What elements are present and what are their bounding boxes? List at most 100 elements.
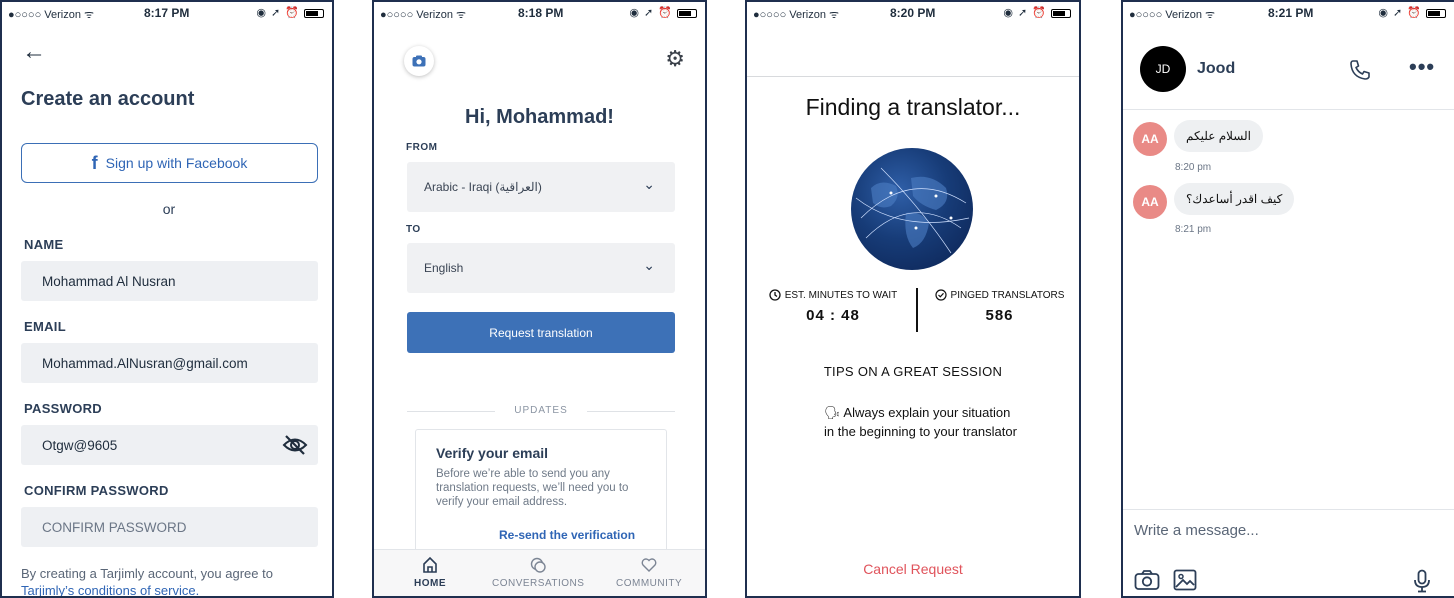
phone-call-icon[interactable] bbox=[1348, 58, 1372, 87]
message-time: 8:21 pm bbox=[1175, 224, 1212, 235]
home-screen: ●○○○○ Verizon ᯤ 8:18 PM ◉ ➚ ⏰ ⚙ Hi, Moha… bbox=[372, 0, 707, 598]
tip-body: Always explain your situation in the beg… bbox=[824, 405, 1017, 439]
status-icons: ◉ ➚ ⏰ bbox=[256, 6, 324, 19]
confirm-password-label: CONFIRM PASSWORD bbox=[24, 483, 169, 498]
camera-icon[interactable] bbox=[1134, 569, 1160, 596]
header-divider bbox=[747, 76, 1079, 77]
cancel-request-button[interactable]: Cancel Request bbox=[747, 561, 1079, 577]
wait-label-row: EST. MINUTES TO WAIT bbox=[759, 289, 907, 301]
wait-label: EST. MINUTES TO WAIT bbox=[784, 289, 898, 301]
status-icons-text: ◉ ➚ ⏰ bbox=[1378, 7, 1422, 19]
chat-screen: ●○○○○ Verizon ᯤ 8:21 PM ◉ ➚ ⏰ JD Jood ••… bbox=[1121, 0, 1454, 598]
updates-label: UPDATES bbox=[514, 405, 568, 416]
divider-line bbox=[587, 411, 675, 412]
bottom-tab-bar: HOME CONVERSATIONS COMMUNITY bbox=[374, 549, 705, 596]
message-input[interactable]: Write a message... bbox=[1134, 522, 1259, 539]
facebook-signup-label: Sign up with Facebook bbox=[105, 155, 248, 171]
password-value: Otgw@9605 bbox=[42, 437, 118, 453]
battery-icon bbox=[1051, 8, 1071, 18]
status-icons: ◉ ➚ ⏰ bbox=[629, 6, 697, 19]
pinged-label: PINGED TRANSLATORS bbox=[950, 289, 1065, 301]
conversations-icon bbox=[531, 557, 546, 573]
avatar[interactable]: JD bbox=[1140, 46, 1186, 92]
status-icons: ◉ ➚ ⏰ bbox=[1003, 6, 1071, 19]
password-field[interactable]: Otgw@9605 bbox=[21, 425, 318, 465]
tab-label: HOME bbox=[414, 578, 446, 589]
wait-value: 04 : 48 bbox=[806, 307, 860, 324]
tip-text: 🗣 Always explain your situation in the b… bbox=[824, 403, 1024, 441]
email-label: EMAIL bbox=[24, 319, 66, 334]
pinged-stat: PINGED TRANSLATORS 586 bbox=[927, 289, 1072, 324]
tab-community[interactable]: COMMUNITY bbox=[616, 556, 682, 589]
to-language-value: English bbox=[424, 261, 464, 275]
battery-icon bbox=[1426, 8, 1446, 18]
password-label: PASSWORD bbox=[24, 401, 102, 416]
message-bubble: كيف اقدر أساعدك؟ bbox=[1174, 183, 1295, 215]
status-bar: ●○○○○ Verizon ᯤ 8:18 PM ◉ ➚ ⏰ bbox=[374, 2, 705, 24]
status-bar: ●○○○○ Verizon ᯤ 8:17 PM ◉ ➚ ⏰ bbox=[2, 2, 332, 24]
check-circle-icon bbox=[934, 289, 947, 301]
globe-illustration bbox=[851, 148, 973, 270]
back-arrow-icon[interactable]: ← bbox=[22, 38, 46, 66]
message-bubble: السلام عليكم bbox=[1174, 120, 1263, 152]
clock: 8:21 PM bbox=[1268, 6, 1314, 20]
finding-heading: Finding a translator... bbox=[805, 94, 1021, 120]
name-label: NAME bbox=[24, 237, 64, 252]
heart-icon bbox=[641, 558, 657, 572]
header-divider bbox=[1123, 109, 1454, 110]
settings-gear-icon[interactable]: ⚙ bbox=[665, 46, 685, 72]
more-options-icon[interactable]: ••• bbox=[1409, 54, 1435, 80]
tab-label: CONVERSATIONS bbox=[492, 578, 585, 589]
updates-divider: UPDATES bbox=[407, 405, 675, 417]
signup-screen: ●○○○○ Verizon ᯤ 8:17 PM ◉ ➚ ⏰ ← Create a… bbox=[0, 0, 334, 598]
or-divider: or bbox=[162, 201, 176, 217]
greeting: Hi, Mohammad! bbox=[465, 106, 614, 128]
carrier-label: ●○○○○ Verizon ᯤ bbox=[1129, 9, 1216, 21]
tab-conversations[interactable]: CONVERSATIONS bbox=[492, 556, 584, 589]
speaking-head-icon: 🗣 bbox=[824, 405, 841, 420]
tips-heading: TIPS ON A GREAT SESSION bbox=[823, 364, 1003, 379]
facebook-signup-button[interactable]: f Sign up with Facebook bbox=[21, 143, 318, 183]
terms-link[interactable]: Tarjimly’s conditions of service. bbox=[21, 583, 199, 596]
camera-button[interactable] bbox=[404, 46, 434, 76]
from-label: FROM bbox=[406, 142, 438, 153]
from-language-value: Arabic - Iraqi (العراقية) bbox=[424, 180, 542, 194]
finding-translator-screen: ●○○○○ Verizon ᯤ 8:20 PM ◉ ➚ ⏰ Finding a … bbox=[745, 0, 1081, 598]
home-icon bbox=[423, 556, 437, 573]
confirm-password-field[interactable]: CONFIRM PASSWORD bbox=[21, 507, 318, 547]
terms-text: By creating a Tarjimly account, you agre… bbox=[21, 565, 321, 596]
status-bar: ●○○○○ Verizon ᯤ 8:20 PM ◉ ➚ ⏰ bbox=[747, 2, 1079, 24]
facebook-icon: f bbox=[91, 152, 98, 173]
email-field[interactable]: Mohammad.AlNusran@gmail.com bbox=[21, 343, 318, 383]
chevron-down-icon: ⌄ bbox=[643, 176, 655, 192]
to-label: TO bbox=[406, 224, 421, 235]
chevron-down-icon: ⌄ bbox=[643, 257, 655, 273]
status-icons: ◉ ➚ ⏰ bbox=[1378, 6, 1446, 19]
battery-icon bbox=[304, 8, 324, 18]
divider-line bbox=[407, 411, 495, 412]
eye-slash-icon[interactable] bbox=[282, 435, 308, 458]
terms-prefix: By creating a Tarjimly account, you agre… bbox=[21, 566, 273, 581]
request-translation-button[interactable]: Request translation bbox=[407, 312, 675, 353]
status-bar: ●○○○○ Verizon ᯤ 8:21 PM ◉ ➚ ⏰ bbox=[1123, 2, 1454, 24]
clock: 8:17 PM bbox=[144, 6, 190, 20]
from-language-select[interactable]: Arabic - Iraqi (العراقية) ⌄ bbox=[407, 162, 675, 212]
pinged-label-row: PINGED TRANSLATORS bbox=[927, 289, 1072, 301]
name-field[interactable]: Mohammad Al Nusran bbox=[21, 261, 318, 301]
carrier-label: ●○○○○ Verizon ᯤ bbox=[380, 9, 467, 21]
status-icons-text: ◉ ➚ ⏰ bbox=[256, 7, 300, 19]
camera-icon bbox=[412, 55, 426, 67]
contact-name: Jood bbox=[1197, 60, 1236, 77]
to-language-select[interactable]: English ⌄ bbox=[407, 243, 675, 293]
compose-divider bbox=[1123, 509, 1454, 510]
status-icons-text: ◉ ➚ ⏰ bbox=[1003, 7, 1047, 19]
microphone-icon[interactable] bbox=[1413, 569, 1431, 596]
clock-icon bbox=[769, 289, 781, 301]
image-icon[interactable] bbox=[1173, 569, 1197, 596]
carrier-label: ●○○○○ Verizon ᯤ bbox=[8, 9, 95, 21]
clock: 8:20 PM bbox=[890, 6, 936, 20]
tab-home[interactable]: HOME bbox=[414, 556, 446, 589]
tab-label: COMMUNITY bbox=[616, 578, 683, 589]
carrier-label: ●○○○○ Verizon ᯤ bbox=[753, 9, 840, 21]
resend-verification-link[interactable]: Re-send the verification bbox=[499, 528, 635, 542]
